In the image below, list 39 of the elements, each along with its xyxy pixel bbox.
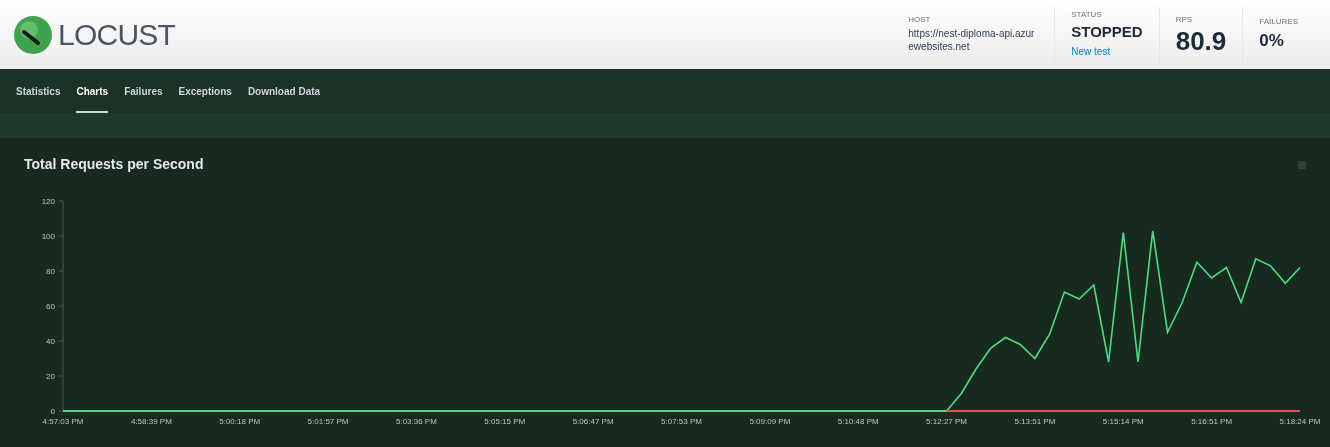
x-tick-label: 5:13:51 PM xyxy=(1014,417,1056,426)
x-tick-label: 5:15:14 PM xyxy=(1102,417,1144,426)
logo-icon xyxy=(12,13,54,56)
y-tick-label: 80 xyxy=(46,267,55,276)
stat-label: HOST xyxy=(908,16,932,24)
y-tick-label: 100 xyxy=(41,232,55,241)
x-tick-label: 5:06:47 PM xyxy=(572,417,614,426)
host-url: https://nest-diploma-api.azurewebsites.net xyxy=(908,28,1036,53)
nav-tab[interactable]: Exceptions xyxy=(178,76,232,114)
failures-value: 0% xyxy=(1259,29,1285,52)
y-tick-label: 60 xyxy=(46,302,55,311)
stat-label: STATUS xyxy=(1071,10,1103,19)
menu-icon[interactable] xyxy=(1298,160,1306,169)
x-tick-label: 4:58:39 PM xyxy=(130,417,172,426)
nav-tab[interactable]: Statistics xyxy=(16,76,61,114)
stat-label: RPS xyxy=(1175,15,1194,24)
stat-label: FAILURES xyxy=(1259,17,1298,26)
y-tick-label: 0 xyxy=(50,407,55,416)
nav-tab[interactable]: Download Data xyxy=(247,76,321,114)
x-tick-label: 5:07:53 PM xyxy=(661,417,702,426)
logo-text: LOCUST xyxy=(58,17,176,53)
rps-value: 80.9 xyxy=(1175,27,1227,54)
x-tick-label: 5:00:18 PM xyxy=(219,417,261,426)
x-tick-label: 5:10:48 PM xyxy=(837,417,879,426)
x-tick-label: 5:16:51 PM xyxy=(1191,417,1233,426)
x-tick-label: 5:01:57 PM xyxy=(307,417,349,426)
y-tick-label: 120 xyxy=(41,197,55,206)
y-tick-label: 20 xyxy=(46,372,55,381)
x-tick-label: 4:57:03 PM xyxy=(42,417,84,426)
status-value: STOPPED xyxy=(1071,22,1143,42)
x-tick-label: 5:18:24 PM xyxy=(1279,417,1321,426)
nav-tab[interactable]: Failures xyxy=(124,76,163,114)
chart-title: Total Requests per Second xyxy=(24,155,204,174)
new-test-link[interactable]: New test xyxy=(1071,45,1143,59)
x-tick-label: 5:03:36 PM xyxy=(395,417,437,426)
x-tick-label: 5:12:27 PM xyxy=(926,417,968,426)
y-tick-label: 40 xyxy=(46,337,55,346)
x-tick-label: 5:05:15 PM xyxy=(484,417,526,426)
x-tick-label: 5:09:09 PM xyxy=(749,417,791,426)
